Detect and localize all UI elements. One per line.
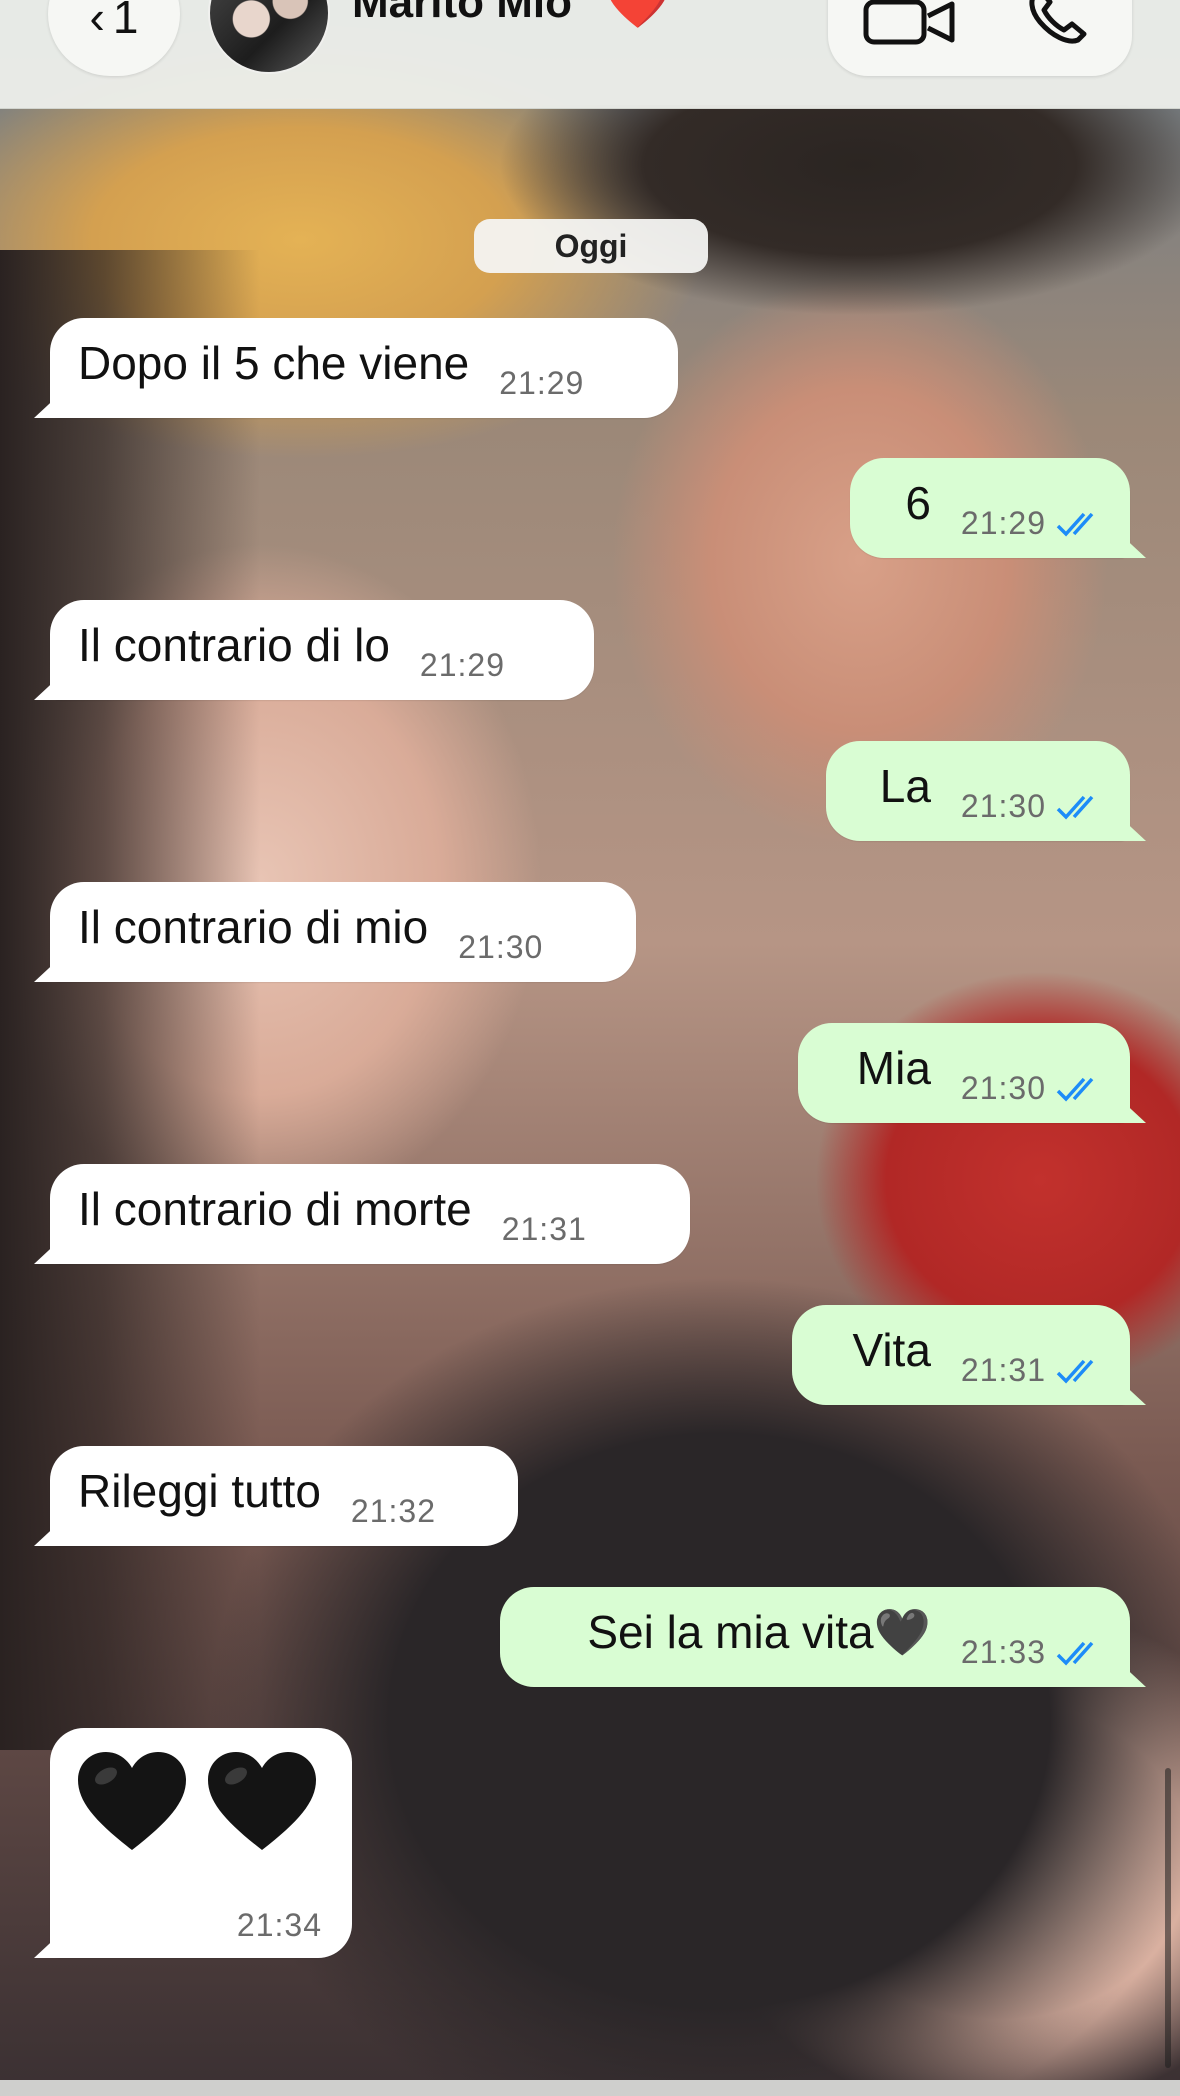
read-ticks-icon xyxy=(1056,512,1094,537)
message-text: La xyxy=(879,760,931,812)
message-incoming[interactable]: Dopo il 5 che viene 21:29 xyxy=(50,318,678,418)
message-text: Il contrario di lo xyxy=(78,619,390,671)
chevron-left-icon: ‹ xyxy=(89,0,105,43)
phone-icon[interactable] xyxy=(1024,0,1094,48)
message-outgoing[interactable]: 6 21:29 xyxy=(850,458,1130,558)
contact-name-emoji: ❤️ xyxy=(604,0,672,31)
unread-count: 1 xyxy=(112,0,139,43)
message-time: 21:32 xyxy=(350,1493,436,1529)
message-time: 21:30 xyxy=(960,788,1046,824)
message-time: 21:30 xyxy=(458,929,544,965)
message-incoming[interactable]: Il contrario di lo 21:29 xyxy=(50,600,594,700)
read-ticks-icon xyxy=(1056,1641,1094,1666)
read-ticks-icon xyxy=(1056,1359,1094,1384)
message-time: 21:30 xyxy=(960,1070,1046,1106)
message-outgoing[interactable]: Mia 21:30 xyxy=(798,1023,1130,1123)
black-heart-icon xyxy=(208,1752,316,1850)
message-text: Il contrario di mio xyxy=(78,901,429,953)
read-ticks-icon xyxy=(1056,1077,1094,1102)
message-time: 21:29 xyxy=(960,505,1046,541)
message-time: 21:29 xyxy=(419,647,505,683)
chat-header: ‹ 1 Marito Mio ❤️ xyxy=(0,0,1180,109)
message-incoming[interactable]: Il contrario di morte 21:31 xyxy=(50,1164,690,1264)
message-text: Il contrario di morte xyxy=(78,1183,472,1235)
black-heart-icon xyxy=(78,1752,186,1850)
contact-name[interactable]: Marito Mio xyxy=(352,0,572,28)
emoji-content xyxy=(76,1750,318,1854)
call-actions xyxy=(828,0,1132,76)
message-text: Rileggi tutto xyxy=(78,1465,321,1517)
read-ticks-icon xyxy=(1056,795,1094,820)
message-outgoing[interactable]: Sei la mia vita🖤 21:33 xyxy=(500,1587,1130,1687)
message-outgoing[interactable]: Vita 21:31 xyxy=(792,1305,1130,1405)
message-text: Sei la mia vita🖤 xyxy=(587,1605,931,1658)
message-time: 21:31 xyxy=(501,1211,587,1247)
message-text: Dopo il 5 che viene xyxy=(78,337,470,389)
avatar[interactable] xyxy=(208,0,330,74)
message-text: Vita xyxy=(852,1324,931,1376)
back-button[interactable]: ‹ 1 xyxy=(48,0,180,76)
message-text: Mia xyxy=(856,1042,931,1094)
scrollbar[interactable] xyxy=(1165,1768,1171,2068)
message-incoming[interactable]: Rileggi tutto 21:32 xyxy=(50,1446,518,1546)
input-bar-edge xyxy=(0,2080,1180,2096)
date-separator: Oggi xyxy=(474,219,708,273)
message-outgoing[interactable]: La 21:30 xyxy=(826,741,1130,841)
message-time: 21:29 xyxy=(499,365,585,401)
message-time: 21:31 xyxy=(960,1352,1046,1388)
message-time: 21:34 xyxy=(236,1907,322,1943)
message-incoming[interactable]: Il contrario di mio 21:30 xyxy=(50,882,636,982)
message-incoming-emoji[interactable]: 21:34 xyxy=(50,1728,352,1958)
message-text: 6 xyxy=(905,477,931,529)
message-time: 21:33 xyxy=(960,1634,1046,1670)
video-camera-icon[interactable] xyxy=(862,0,958,48)
